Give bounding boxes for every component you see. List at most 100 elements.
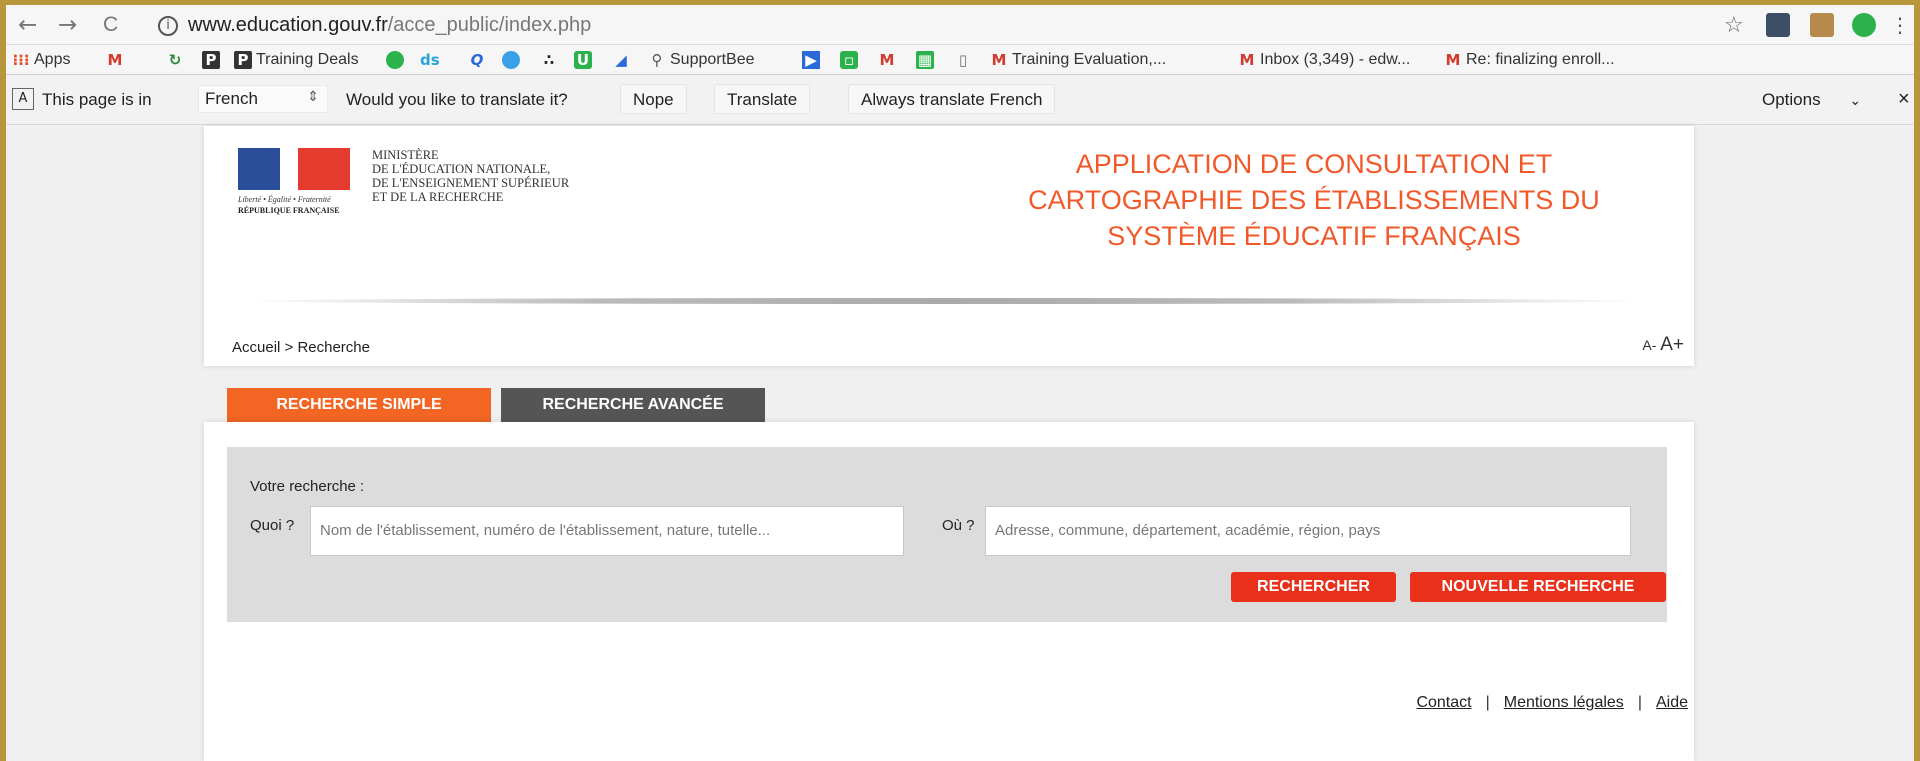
legal-link[interactable]: Mentions légales	[1504, 694, 1624, 711]
app-title-line: SYSTÈME ÉDUCATIF FRANÇAIS	[1107, 221, 1521, 251]
new-search-button[interactable]: NOUVELLE RECHERCHE	[1410, 572, 1666, 602]
logo-republic: RÉPUBLIQUE FRANÇAISE	[238, 206, 340, 215]
header-divider	[244, 298, 1644, 304]
p-icon: P	[202, 50, 220, 69]
translate-prefix: This page is in	[42, 90, 152, 109]
flag-white-part	[280, 148, 298, 190]
gmail-icon: M	[107, 50, 123, 69]
bookmark-ds[interactable]: ds	[420, 50, 444, 70]
breadcrumb[interactable]: Accueil > Recherche	[232, 339, 370, 356]
options-button[interactable]: Options ⌄	[1762, 90, 1861, 110]
bookmark-apps-label: Apps	[34, 51, 71, 68]
where-input[interactable]: Adresse, commune, département, académie,…	[985, 506, 1631, 556]
ministry-line: de l'Éducation nationale,	[372, 162, 551, 176]
contact-link[interactable]: Contact	[1416, 694, 1471, 711]
ministry-line: Ministère	[372, 148, 439, 162]
bookmark-training-eval-label: Training Evaluation,...	[1012, 51, 1167, 68]
bookmark-inbox[interactable]: M Inbox (3,349) - edw...	[1238, 50, 1411, 70]
decrease-font-button[interactable]: A-	[1642, 337, 1656, 353]
bookmark-supportbee[interactable]: ⚲ SupportBee	[648, 50, 755, 70]
marianne-logo: Liberté • Égalité • Fraternité RÉPUBLIQU…	[238, 148, 358, 218]
extension-avatar-icon[interactable]	[1810, 13, 1834, 37]
what-input[interactable]: Nom de l'établissement, numéro de l'étab…	[310, 506, 904, 556]
increase-font-button[interactable]: A+	[1660, 334, 1684, 355]
site-header: Liberté • Égalité • Fraternité RÉPUBLIQU…	[204, 126, 1694, 366]
forward-icon[interactable]: →	[58, 11, 77, 39]
bookmark-green-d[interactable]: ↻	[166, 50, 188, 70]
options-label: Options	[1762, 90, 1821, 109]
bookmark-supportbee-label: SupportBee	[670, 51, 755, 68]
document-icon: ▯	[958, 50, 968, 69]
bookmark-training-deals[interactable]: P Training Deals	[234, 50, 359, 70]
u-icon: U	[574, 50, 592, 69]
browser-window: ← → C i www.education.gouv.fr/acce_public…	[6, 5, 1914, 761]
sheets-icon: ▦	[916, 50, 934, 69]
bookmark-gmail-2[interactable]: M	[878, 50, 900, 70]
whatsapp-icon	[386, 50, 404, 69]
bookmark-star-icon[interactable]: ☆	[1724, 13, 1748, 38]
app-title: APPLICATION DE CONSULTATION ET CARTOGRAP…	[1004, 146, 1624, 254]
bookmark-chart[interactable]: ◢	[612, 50, 634, 70]
chrome-menu-icon[interactable]: ⋮	[1890, 13, 1914, 37]
flag-blue-part	[238, 148, 280, 190]
bookmark-whatsapp[interactable]	[386, 50, 408, 70]
p-icon: P	[234, 50, 252, 69]
ministry-name: Ministère de l'Éducation nationale, de l…	[372, 148, 569, 204]
reload-icon[interactable]: C	[103, 11, 118, 39]
bookmark-re-finalizing-label: Re: finalizing enroll...	[1466, 51, 1615, 68]
tab-simple-search[interactable]: RECHERCHE SIMPLE	[227, 388, 491, 422]
what-label: Quoi ?	[250, 517, 295, 534]
bookmark-dots[interactable]: ∴	[540, 50, 562, 70]
bookmark-inbox-label: Inbox (3,349) - edw...	[1260, 51, 1411, 68]
bookmark-doc[interactable]: ▯	[954, 50, 976, 70]
language-select[interactable]: French ⇕	[198, 85, 328, 113]
extension-green-icon[interactable]	[1852, 13, 1876, 37]
where-label: Où ?	[942, 517, 975, 534]
bookmark-apps[interactable]: ⁝⁝⁝ Apps	[12, 50, 70, 70]
gmail-icon: M	[1239, 50, 1255, 69]
extension-icon[interactable]	[1766, 13, 1790, 37]
chart-icon: ◢	[615, 50, 627, 69]
address-bar: ← → C i www.education.gouv.fr/acce_public…	[6, 5, 1914, 45]
bookmark-q[interactable]: Q	[468, 50, 490, 70]
close-icon[interactable]: ×	[1898, 88, 1910, 111]
info-icon[interactable]: i	[158, 15, 178, 36]
url-field[interactable]: i www.education.gouv.fr/acce_public/index…	[158, 14, 591, 37]
translate-button[interactable]: Translate	[714, 84, 811, 114]
bookmark-green-square[interactable]: ▫	[840, 50, 862, 70]
search-title: Votre recherche :	[250, 478, 365, 495]
gmail-icon: M	[991, 50, 1007, 69]
bookmark-blue-circle[interactable]	[502, 50, 524, 70]
blue-circle-icon	[502, 50, 520, 69]
gmail-icon: M	[1445, 50, 1461, 69]
bookmark-p[interactable]: P	[202, 50, 224, 70]
bookmark-sheets[interactable]: ▦	[916, 50, 938, 70]
help-link[interactable]: Aide	[1656, 694, 1688, 711]
apps-grid-icon: ⁝⁝⁝	[12, 50, 30, 69]
translate-question: Would you like to translate it?	[346, 90, 568, 109]
gmail-icon: M	[879, 50, 895, 69]
nope-button[interactable]: Nope	[620, 84, 687, 114]
back-icon[interactable]: ←	[18, 11, 37, 39]
language-select-value: French	[205, 89, 258, 108]
url-host: www.education.gouv.fr	[188, 14, 388, 36]
refresh-green-icon: ↻	[168, 50, 182, 69]
always-translate-button[interactable]: Always translate French	[848, 84, 1056, 114]
bookmark-gmail[interactable]: M	[106, 50, 128, 70]
font-size-controls: A- A+	[1642, 334, 1684, 356]
footer-separator: |	[1485, 694, 1490, 711]
search-card: Votre recherche : Quoi ? Nom de l'établi…	[204, 422, 1694, 761]
ministry-line: de l'Enseignement supérieur	[372, 176, 570, 190]
bookmark-re-finalizing[interactable]: M Re: finalizing enroll...	[1444, 50, 1615, 70]
url-path: /acce_public/index.php	[387, 14, 592, 36]
bookmark-training-evaluation[interactable]: M Training Evaluation,...	[990, 50, 1167, 70]
search-button[interactable]: RECHERCHER	[1231, 572, 1396, 602]
translate-icon: A	[12, 88, 34, 110]
bookmark-u[interactable]: U	[574, 50, 596, 70]
bookmark-arrow[interactable]: ▶	[802, 50, 824, 70]
logo-motto: Liberté • Égalité • Fraternité	[238, 195, 331, 204]
tab-advanced-search[interactable]: RECHERCHE AVANCÉE	[501, 388, 765, 422]
ds-icon: ds	[420, 50, 440, 69]
green-square-icon: ▫	[840, 50, 858, 69]
search-form: Votre recherche : Quoi ? Nom de l'établi…	[227, 447, 1667, 622]
